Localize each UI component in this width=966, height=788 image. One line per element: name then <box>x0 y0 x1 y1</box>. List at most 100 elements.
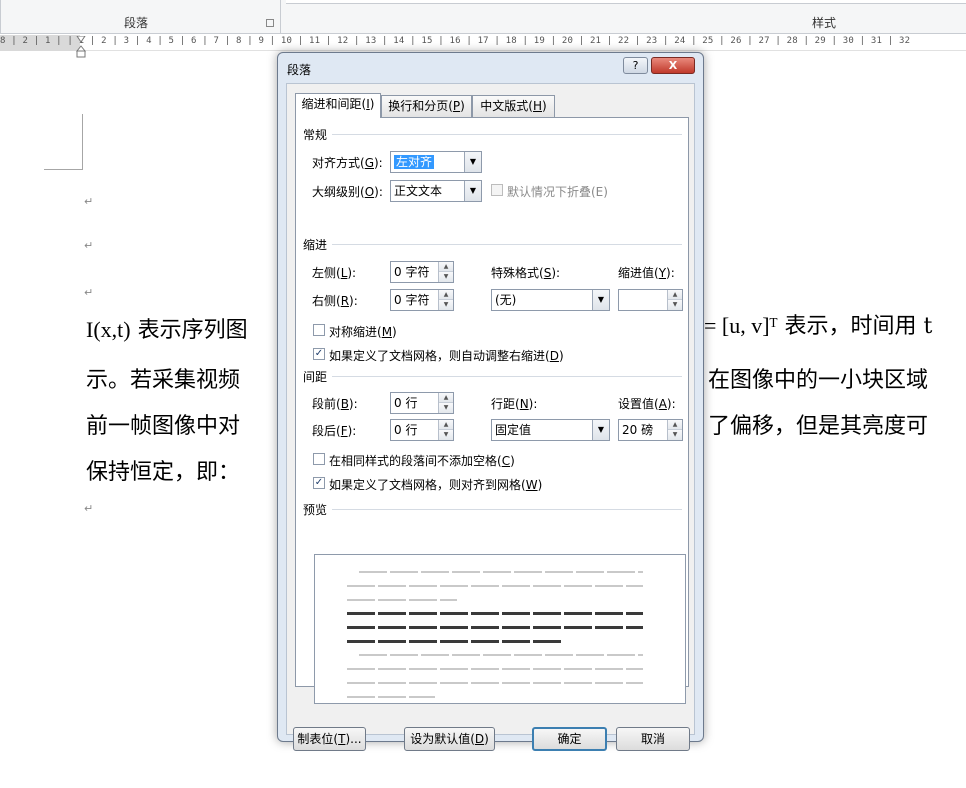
spinner-buttons: ▲ ▼ <box>438 290 453 310</box>
preview-next-paragraph-line <box>347 668 643 670</box>
document-line-3-left[interactable]: 前一帧图像中对 <box>86 408 240 440</box>
spinner-buttons: ▲ ▼ <box>667 290 682 310</box>
styles-gallery-edge <box>286 0 966 4</box>
indent-right-spinner[interactable]: 0 字符 ▲ ▼ <box>390 289 454 311</box>
preview-next-paragraph-line <box>359 654 643 656</box>
alignment-select[interactable]: 左对齐 ▼ <box>390 151 482 173</box>
help-button[interactable]: ? <box>623 57 648 74</box>
section-divider <box>332 244 682 245</box>
spacing-after-spinner[interactable]: 0 行 ▲ ▼ <box>390 419 454 441</box>
spacing-after-value: 0 行 <box>394 423 418 437</box>
chevron-down-icon[interactable]: ▼ <box>464 181 481 201</box>
outline-level-value: 正文文本 <box>394 184 443 198</box>
tab-asian-typography[interactable]: 中文版式(H) <box>472 95 555 117</box>
paragraph-preview <box>314 554 686 704</box>
spin-up-icon[interactable]: ▲ <box>439 262 453 272</box>
tab-line-and-page-breaks[interactable]: 换行和分页(P) <box>381 95 472 117</box>
outline-level-label: 大纲级别(O): <box>312 185 383 199</box>
snap-to-grid-checkbox[interactable]: ✓ <box>313 477 325 489</box>
spin-down-icon[interactable]: ▼ <box>439 403 453 413</box>
dialog-title: 段落 <box>287 63 312 77</box>
spin-up-icon[interactable]: ▲ <box>439 420 453 430</box>
line-spacing-select[interactable]: 固定值 ▼ <box>491 419 610 441</box>
paragraph-dialog: 段落 ? X 缩进和间距(I) 换行和分页(P) 中文版式(H) 常规 对齐方式… <box>277 52 704 751</box>
spin-up-icon[interactable]: ▲ <box>439 290 453 300</box>
section-divider <box>332 509 682 510</box>
auto-adjust-right-indent-checkbox[interactable]: ✓ <box>313 348 325 360</box>
spacing-at-spinner[interactable]: 20 磅 ▲ ▼ <box>618 419 683 441</box>
body-text: 表示，时间用 t <box>784 314 933 339</box>
document-line-4[interactable]: 保持恒定，即： <box>86 454 240 486</box>
section-indentation-heading: 缩进 <box>303 238 328 252</box>
ruler-numbers: 8 | 2 | 1 | | 1 | 2 | 3 | 4 | 5 | 6 | 7 … <box>0 36 911 46</box>
tabs-button[interactable]: 制表位(T)... <box>293 727 366 751</box>
close-button[interactable]: X <box>651 57 695 74</box>
alignment-value: 左对齐 <box>394 155 435 169</box>
spin-up-icon[interactable]: ▲ <box>668 290 682 300</box>
indent-marker-icon[interactable] <box>76 36 86 58</box>
indent-right-label: 右侧(R): <box>312 294 358 308</box>
spacing-before-spinner[interactable]: 0 行 ▲ ▼ <box>390 392 454 414</box>
tab-panel-indents-and-spacing: 常规 对齐方式(G): 左对齐 ▼ 大纲级别(O): 正文文本 ▼ 默认情况下折… <box>295 117 689 704</box>
mirror-indents-checkbox[interactable] <box>313 324 325 336</box>
indent-by-spinner[interactable]: ▲ ▼ <box>618 289 683 311</box>
collapse-by-default-checkbox[interactable] <box>491 184 503 196</box>
tab-label: 缩进和间距( <box>301 97 367 111</box>
document-line-1-right[interactable]: = [u, v]ᵀ 表示，时间用 t <box>704 308 932 340</box>
no-space-same-style-label: 在相同样式的段落间不添加空格(C) <box>329 454 515 468</box>
indent-right-value: 0 字符 <box>394 293 430 307</box>
section-divider <box>332 134 682 135</box>
spin-down-icon[interactable]: ▼ <box>668 430 682 440</box>
spin-down-icon[interactable]: ▼ <box>439 430 453 440</box>
document-line-2-right[interactable]: 在图像中的一小块区域 <box>708 362 928 394</box>
spin-down-icon[interactable]: ▼ <box>439 272 453 282</box>
chevron-down-icon[interactable]: ▼ <box>592 420 609 440</box>
collapse-by-default-label: 默认情况下折叠(E) <box>507 185 608 199</box>
chevron-down-icon[interactable]: ▼ <box>464 152 481 172</box>
spacing-at-label: 设置值(A): <box>618 397 676 411</box>
spin-up-icon[interactable]: ▲ <box>668 420 682 430</box>
spacing-after-label: 段后(F): <box>312 424 357 438</box>
cancel-button[interactable]: 取消 <box>616 727 690 751</box>
document-line-3-right[interactable]: 了偏移，但是其亮度可 <box>708 408 928 440</box>
ribbon-divider <box>0 0 1 34</box>
outline-level-select[interactable]: 正文文本 ▼ <box>390 180 482 202</box>
tab-label-end: ) <box>460 99 465 113</box>
paragraph-dialog-launcher-icon[interactable] <box>266 19 274 27</box>
tab-label: 换行和分页( <box>388 99 453 113</box>
special-indent-select[interactable]: (无) ▼ <box>491 289 610 311</box>
indent-left-spinner[interactable]: 0 字符 ▲ ▼ <box>390 261 454 283</box>
spacing-before-label: 段前(B): <box>312 397 358 411</box>
preview-previous-paragraph-line <box>347 599 457 601</box>
chevron-down-icon[interactable]: ▼ <box>592 290 609 310</box>
set-as-default-button[interactable]: 设为默认值(D) <box>404 727 495 751</box>
indent-left-value: 0 字符 <box>394 265 430 279</box>
page-margin-corner <box>44 169 83 170</box>
tab-label-end: ) <box>542 99 547 113</box>
horizontal-ruler[interactable]: 8 | 2 | 1 | | 1 | 2 | 3 | 4 | 5 | 6 | 7 … <box>0 35 966 51</box>
special-indent-value: (无) <box>495 293 517 307</box>
paragraph-mark: ↵ <box>84 502 94 515</box>
spin-up-icon[interactable]: ▲ <box>439 393 453 403</box>
ribbon: 段落 样式 <box>0 0 966 34</box>
preview-previous-paragraph-line <box>347 585 643 587</box>
math-expression: I(x,t) <box>86 317 131 342</box>
no-space-same-style-checkbox[interactable] <box>313 453 325 465</box>
preview-next-paragraph-line <box>347 682 643 684</box>
document-line-1-left[interactable]: I(x,t) 表示序列图 <box>86 312 248 344</box>
tab-indents-and-spacing[interactable]: 缩进和间距(I) <box>295 93 381 118</box>
spin-down-icon[interactable]: ▼ <box>439 300 453 310</box>
indent-by-label: 缩进值(Y): <box>618 266 675 280</box>
ok-button[interactable]: 确定 <box>532 727 607 751</box>
spacing-before-value: 0 行 <box>394 396 418 410</box>
spinner-buttons: ▲ ▼ <box>438 262 453 282</box>
document-line-2-left[interactable]: 示。若采集视频 <box>86 362 240 394</box>
spinner-buttons: ▲ ▼ <box>438 420 453 440</box>
line-spacing-value: 固定值 <box>495 423 532 437</box>
spin-down-icon[interactable]: ▼ <box>668 300 682 310</box>
preview-next-paragraph-line <box>347 696 435 698</box>
indent-left-label: 左侧(L): <box>312 266 357 280</box>
preview-sample-text-line <box>347 640 563 643</box>
special-indent-label: 特殊格式(S): <box>491 266 561 280</box>
line-spacing-label: 行距(N): <box>491 397 538 411</box>
